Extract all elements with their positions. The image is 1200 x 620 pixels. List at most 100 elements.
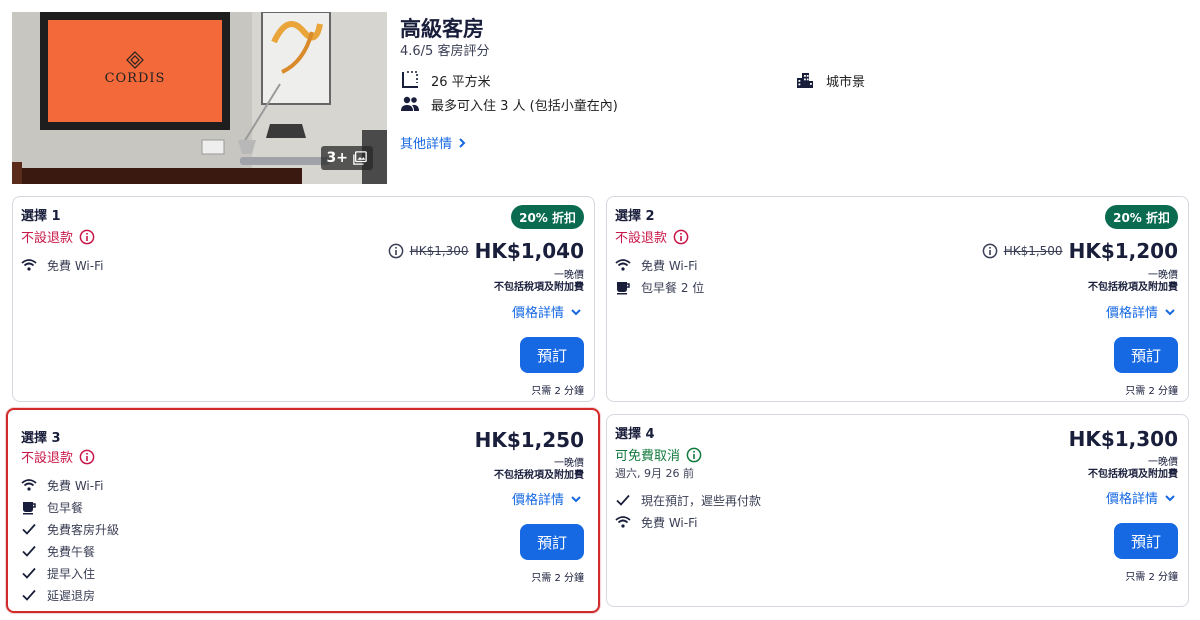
wifi-icon	[615, 516, 631, 528]
price-details-link[interactable]: 價格詳情	[512, 302, 582, 321]
option-title: 選擇 4	[615, 427, 655, 442]
per-night-label: 一晚價	[1148, 270, 1178, 281]
city-icon	[797, 73, 813, 88]
info-icon[interactable]	[982, 243, 998, 259]
wifi-icon	[21, 259, 37, 271]
original-price: HK$1,500	[1003, 244, 1063, 258]
check-icon	[616, 494, 630, 506]
time-note: 只需 2 分鐘	[1125, 386, 1178, 397]
more-details-link[interactable]: 其他詳情	[400, 133, 468, 152]
amenity-item: 包早餐	[21, 496, 119, 518]
amenity-label: 免費客房升級	[47, 522, 120, 537]
amenity-label: 延遲退房	[47, 588, 96, 603]
reserve-button[interactable]: 預訂	[1114, 523, 1178, 559]
info-icon[interactable]	[79, 229, 95, 245]
refund-label: 可免費取消	[615, 449, 681, 464]
price-row: HK$1,300 HK$1,040	[388, 239, 584, 263]
price-row: HK$1,500 HK$1,200	[982, 239, 1178, 263]
option-card-2: 選擇 2 不設退款 免費 Wi-Fi 包早餐 2 位 20% 折扣 HK$1,5…	[606, 196, 1189, 402]
amenity-item: 免費客房升級	[21, 518, 119, 540]
amenity-item: 包早餐 2 位	[615, 276, 704, 298]
reserve-button[interactable]: 預訂	[520, 337, 584, 373]
price-details-label: 價格詳情	[511, 306, 564, 321]
feature-size: 26 平方米	[400, 70, 491, 90]
time-note: 只需 2 分鐘	[1125, 572, 1178, 583]
refund-label: 不設退款	[21, 451, 74, 466]
info-icon[interactable]	[79, 449, 95, 465]
price-details-link[interactable]: 價格詳情	[1106, 488, 1176, 507]
feature-size-label: 26 平方米	[431, 74, 491, 90]
amenity-item: 免費 Wi-Fi	[21, 474, 119, 496]
reserve-button[interactable]: 預訂	[1114, 337, 1178, 373]
amenity-label: 現在預訂，遲些再付款	[641, 493, 762, 508]
people-icon	[401, 96, 419, 111]
wifi-icon	[21, 479, 37, 491]
current-price: HK$1,250	[474, 428, 584, 452]
price-details-label: 價格詳情	[1105, 492, 1158, 507]
current-price: HK$1,300	[1068, 427, 1178, 451]
tax-note: 不包括稅項及附加費	[494, 470, 584, 481]
tax-note: 不包括稅項及附加費	[1088, 469, 1178, 480]
option-card-3: 選擇 3 不設退款 免費 Wi-Fi 包早餐 免費客房升級 免費午餐 提早入住 …	[6, 408, 600, 613]
refund-policy: 不設退款	[21, 227, 95, 246]
feature-view-label: 城市景	[826, 74, 866, 90]
amenity-item: 免費 Wi-Fi	[21, 254, 103, 276]
chevron-down-icon	[1165, 308, 1175, 315]
feature-occupancy-label: 最多可入住 3 人 (包括小童在內)	[431, 98, 618, 114]
amenity-label: 包早餐	[47, 500, 84, 515]
coffee-icon	[23, 502, 36, 515]
current-price: HK$1,040	[474, 239, 584, 263]
amenity-label: 免費 Wi-Fi	[641, 515, 698, 530]
refund-policy: 不設退款	[21, 447, 95, 466]
info-icon[interactable]	[388, 243, 404, 259]
per-night-label: 一晚價	[554, 458, 584, 469]
amenity-list: 現在預訂，遲些再付款 免費 Wi-Fi	[615, 489, 761, 533]
option-title: 選擇 3	[21, 431, 61, 446]
option-title: 選擇 1	[21, 209, 61, 224]
option-card-1: 選擇 1 不設退款 免費 Wi-Fi 20% 折扣 HK$1,300 HK$1,…	[12, 196, 595, 402]
feature-view: 城市景	[795, 70, 865, 90]
floor-plan-icon	[402, 71, 418, 88]
photo-count-badge[interactable]: 3+	[320, 146, 373, 170]
amenity-item: 免費午餐	[21, 540, 119, 562]
refund-label: 不設退款	[615, 231, 668, 246]
reserve-button[interactable]: 預訂	[520, 524, 584, 560]
price-details-link[interactable]: 價格詳情	[1106, 302, 1176, 321]
chevron-down-icon	[571, 308, 581, 315]
gallery-icon	[353, 151, 367, 165]
refund-policy: 可免費取消	[615, 445, 702, 464]
price-row: HK$1,250	[475, 428, 584, 452]
check-icon	[22, 545, 36, 557]
info-icon[interactable]	[686, 447, 702, 463]
chevron-down-icon	[571, 495, 581, 502]
amenity-list: 免費 Wi-Fi 包早餐 免費客房升級 免費午餐 提早入住 延遲退房	[21, 474, 119, 606]
price-details-link[interactable]: 價格詳情	[512, 489, 582, 508]
discount-badge: 20% 折扣	[511, 205, 584, 229]
info-icon[interactable]	[673, 229, 689, 245]
photo-count-label: 3+	[326, 150, 348, 166]
amenity-label: 免費 Wi-Fi	[641, 258, 698, 273]
time-note: 只需 2 分鐘	[531, 386, 584, 397]
time-note: 只需 2 分鐘	[531, 573, 584, 584]
chevron-down-icon	[1165, 494, 1175, 501]
room-photo[interactable]: CORDIS 3+	[12, 12, 387, 184]
amenity-item: 免費 Wi-Fi	[615, 254, 704, 276]
feature-occupancy: 最多可入住 3 人 (包括小童在內)	[400, 94, 618, 114]
amenity-label: 免費午餐	[47, 544, 96, 559]
original-price: HK$1,300	[409, 244, 469, 258]
room-rating: 4.6/5 客房評分	[400, 44, 490, 59]
price-details-label: 價格詳情	[511, 493, 564, 508]
discount-badge: 20% 折扣	[1105, 205, 1178, 229]
tax-note: 不包括稅項及附加費	[1088, 282, 1178, 293]
wifi-icon	[615, 259, 631, 271]
amenity-item: 提早入住	[21, 562, 119, 584]
per-night-label: 一晚價	[1148, 457, 1178, 468]
price-row: HK$1,300	[1069, 427, 1178, 451]
free-cancel-deadline: 週六, 9月 26 前	[615, 467, 694, 480]
amenity-item: 現在預訂，遲些再付款	[615, 489, 761, 511]
option-card-4: 選擇 4 可免費取消 週六, 9月 26 前 現在預訂，遲些再付款 免費 Wi-…	[606, 414, 1189, 607]
refund-label: 不設退款	[21, 231, 74, 246]
amenity-label: 包早餐 2 位	[641, 280, 705, 295]
chevron-right-icon	[459, 137, 466, 148]
check-icon	[22, 567, 36, 579]
